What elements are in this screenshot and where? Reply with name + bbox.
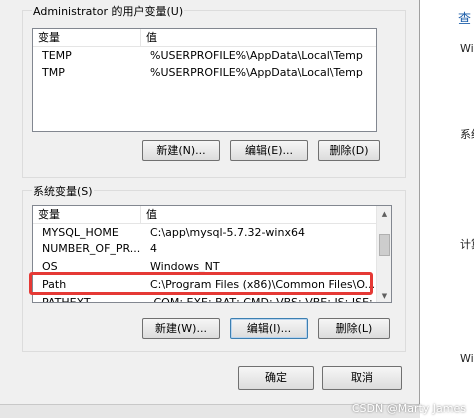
- scroll-down-icon[interactable]: ▼: [377, 288, 391, 302]
- column-header-name[interactable]: 变量: [33, 29, 141, 47]
- ok-button[interactable]: 确定: [238, 366, 314, 390]
- variable-name: PATHEXT: [42, 296, 91, 303]
- system-variables-header: 变量 值: [33, 206, 391, 224]
- variable-name: NUMBER_OF_PR...: [42, 242, 141, 255]
- side-text-3: 计算: [460, 238, 474, 251]
- variable-name: MYSQL_HOME: [42, 226, 119, 239]
- column-header-value[interactable]: 值: [141, 206, 377, 224]
- scroll-up-icon[interactable]: ▲: [377, 206, 391, 222]
- user-edit-button[interactable]: 编辑(E)...: [230, 140, 308, 161]
- path-highlight-box: [29, 272, 373, 295]
- user-new-button[interactable]: 新建(N)...: [142, 140, 220, 161]
- watermark: CSDN @Marty James: [351, 402, 466, 415]
- variable-value: %USERPROFILE%\AppData\Local\Temp: [150, 66, 363, 79]
- variable-value: .COM;.EXE;.BAT;.CMD;.VBS;.VBE;.JS;.JSE;.…: [150, 296, 375, 303]
- variable-value: 4: [150, 242, 157, 255]
- variable-value: C:\app\mysql-5.7.32-winx64: [150, 226, 305, 239]
- table-row[interactable]: NUMBER_OF_PR... 4: [33, 241, 391, 257]
- side-text-1: Wi: [460, 42, 474, 55]
- table-row[interactable]: MYSQL_HOME C:\app\mysql-5.7.32-winx64: [33, 225, 391, 241]
- environment-variables-dialog: Administrator 的用户变量(U) 变量 值 TEMP %USERPR…: [0, 0, 420, 418]
- table-row[interactable]: TEMP %USERPROFILE%\AppData\Local\Temp: [33, 48, 376, 64]
- side-text-2: 系统: [460, 128, 474, 141]
- system-variables-group-title: 系统变量(S): [32, 183, 94, 199]
- column-header-name[interactable]: 变量: [33, 206, 141, 224]
- side-link[interactable]: 查: [458, 8, 471, 27]
- scrollbar-thumb[interactable]: [379, 234, 390, 256]
- user-variables-list[interactable]: 变量 值 TEMP %USERPROFILE%\AppData\Local\Te…: [32, 28, 377, 132]
- user-delete-button[interactable]: 删除(D): [318, 140, 380, 161]
- side-text-4: Wi: [460, 352, 474, 365]
- system-edit-button[interactable]: 编辑(I)...: [230, 318, 308, 339]
- vertical-scrollbar[interactable]: ▲ ▼: [376, 206, 391, 302]
- system-new-button[interactable]: 新建(W)...: [142, 318, 220, 339]
- table-row[interactable]: TMP %USERPROFILE%\AppData\Local\Temp: [33, 65, 376, 81]
- cancel-button[interactable]: 取消: [322, 366, 402, 390]
- user-variables-header: 变量 值: [33, 29, 376, 47]
- variable-name: TMP: [42, 66, 65, 79]
- system-delete-button[interactable]: 删除(L): [318, 318, 390, 339]
- variable-name: TEMP: [42, 49, 72, 62]
- table-row[interactable]: PATHEXT .COM;.EXE;.BAT;.CMD;.VBS;.VBE;.J…: [33, 295, 391, 303]
- column-header-value[interactable]: 值: [141, 29, 376, 47]
- variable-value: %USERPROFILE%\AppData\Local\Temp: [150, 49, 363, 62]
- user-variables-group-title: Administrator 的用户变量(U): [32, 3, 185, 19]
